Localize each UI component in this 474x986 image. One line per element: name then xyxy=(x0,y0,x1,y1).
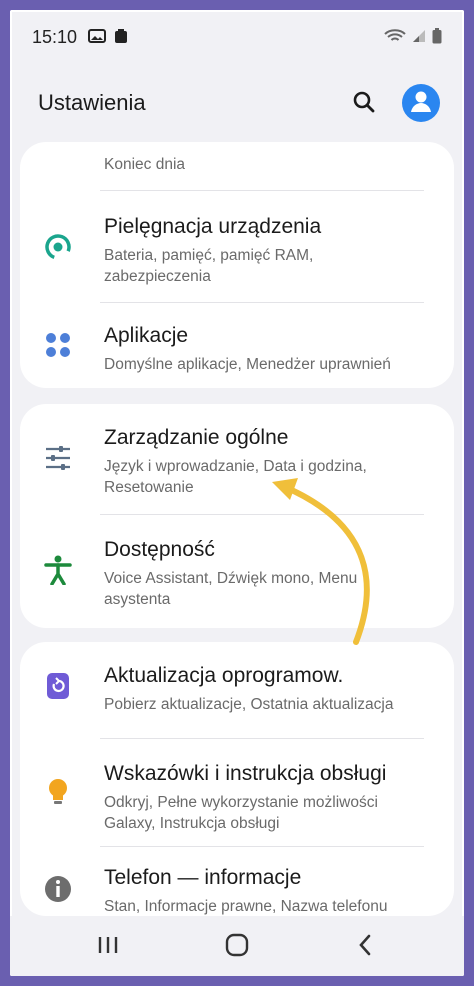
wifi-icon xyxy=(384,28,406,47)
list-item-partial[interactable]: Koniec dnia xyxy=(20,142,454,180)
list-item-tips-manual[interactable]: Wskazówki i instrukcja obsługi Odkryj, P… xyxy=(20,740,454,848)
list-item-title: Dostępność xyxy=(104,538,215,561)
device-care-icon xyxy=(38,227,78,267)
divider xyxy=(100,302,424,303)
list-item-about-phone[interactable]: Telefon — informacje Stan, Informacje pr… xyxy=(20,848,454,916)
divider xyxy=(100,846,424,847)
divider xyxy=(100,190,424,191)
app-bar: Ustawienia xyxy=(10,62,464,142)
screen: 15:10 Ustawienia Koniec dnia Pielęgnacja… xyxy=(10,10,464,976)
settings-card-1: Koniec dnia Pielęgnacja urządzenia Bater… xyxy=(20,142,454,388)
list-item-title: Aktualizacja oprogramow. xyxy=(104,664,344,687)
apps-icon xyxy=(38,325,78,365)
status-time: 15:10 xyxy=(32,27,78,47)
sliders-icon xyxy=(38,438,78,478)
list-item-subtitle: Bateria, pamięć, pamięć RAM, zabezpiecze… xyxy=(104,247,314,285)
list-item-apps[interactable]: Aplikacje Domyślne aplikacje, Menedżer u… xyxy=(20,304,454,388)
software-update-icon xyxy=(38,666,78,706)
divider xyxy=(100,738,424,739)
list-item-accessibility[interactable]: Dostępność Voice Assistant, Dźwięk mono,… xyxy=(20,516,454,628)
list-item-subtitle: Język i wprowadzanie, Data i godzina, Re… xyxy=(104,458,367,496)
list-item-general-management[interactable]: Zarządzanie ogólne Język i wprowadzanie,… xyxy=(20,404,454,512)
settings-card-3: Aktualizacja oprogramow. Pobierz aktuali… xyxy=(20,642,454,916)
list-item-title: Telefon — informacje xyxy=(104,866,302,889)
recent-apps-icon xyxy=(97,935,119,960)
list-item-device-care[interactable]: Pielęgnacja urządzenia Bateria, pamięć, … xyxy=(20,192,454,300)
lightbulb-icon xyxy=(38,772,78,812)
home-button[interactable] xyxy=(217,930,257,964)
user-avatar-icon xyxy=(408,88,434,119)
list-item-title: Wskazówki i instrukcja obsługi xyxy=(104,762,387,785)
settings-card-2: Zarządzanie ogólne Język i wprowadzanie,… xyxy=(20,404,454,628)
back-button[interactable] xyxy=(345,930,385,964)
list-item-software-update[interactable]: Aktualizacja oprogramow. Pobierz aktuali… xyxy=(20,642,454,726)
info-icon xyxy=(38,869,78,909)
list-item-subtitle: Domyślne aplikacje, Menedżer uprawnień xyxy=(104,356,391,373)
search-button[interactable] xyxy=(346,86,382,122)
divider xyxy=(100,514,424,515)
account-avatar-button[interactable] xyxy=(402,84,440,122)
accessibility-icon xyxy=(38,550,78,590)
list-item-title: Pielęgnacja urządzenia xyxy=(104,215,322,238)
signal-icon xyxy=(412,29,426,46)
battery-icon xyxy=(432,28,442,47)
home-icon xyxy=(225,933,249,962)
back-icon xyxy=(357,934,373,961)
list-item-subtitle: Odkryj, Pełne wykorzystanie możliwości G… xyxy=(104,794,378,832)
clipboard-notification-icon xyxy=(114,28,128,49)
recent-apps-button[interactable] xyxy=(88,930,128,964)
navigation-bar xyxy=(10,916,464,976)
list-item-subtitle: Stan, Informacje prawne, Nazwa telefonu xyxy=(104,898,388,915)
status-bar: 15:10 xyxy=(10,10,464,62)
gallery-notification-icon xyxy=(88,28,106,49)
search-icon xyxy=(352,90,376,119)
list-item-title: Aplikacje xyxy=(104,324,189,347)
list-item-title: Zarządzanie ogólne xyxy=(104,426,289,449)
list-item-subtitle: Koniec dnia xyxy=(104,156,186,173)
list-item-subtitle: Voice Assistant, Dźwięk mono, Menu asyst… xyxy=(104,570,358,608)
page-title: Ustawienia xyxy=(38,90,146,115)
list-item-subtitle: Pobierz aktualizacje, Ostatnia aktualiza… xyxy=(104,696,394,713)
